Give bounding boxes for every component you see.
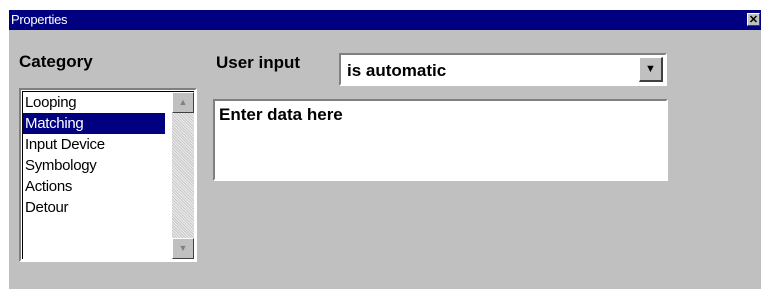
window-title: Properties — [11, 12, 68, 27]
scroll-up-button[interactable]: ▲ — [172, 92, 194, 113]
scroll-down-arrow-icon: ▼ — [178, 243, 188, 253]
vertical-scrollbar[interactable]: ▲ ▼ — [172, 92, 194, 259]
close-icon: ✕ — [748, 14, 759, 26]
close-button[interactable]: ✕ — [747, 13, 760, 26]
listbox-frame: Looping Matching Input Device Symbology Acti… — [22, 91, 194, 259]
title-bar[interactable]: Properties ✕ — [9, 10, 761, 30]
scroll-down-button[interactable]: ▼ — [172, 238, 194, 259]
category-item[interactable]: Actions — [23, 176, 165, 197]
dropdown-arrow-icon: ▼ — [645, 63, 656, 75]
category-item[interactable]: Input Device — [23, 134, 165, 155]
category-item[interactable]: Matching — [23, 113, 165, 134]
category-listbox[interactable]: Looping Matching Input Device Symbology Acti… — [19, 88, 197, 262]
category-item[interactable]: Symbology — [23, 155, 165, 176]
category-item[interactable]: Detour — [23, 197, 165, 218]
user-input-selected-value: is automatic — [347, 61, 447, 80]
data-entry-field[interactable]: Enter data here — [213, 99, 668, 181]
scroll-up-arrow-icon: ▲ — [178, 97, 188, 107]
dropdown-button[interactable]: ▼ — [639, 57, 663, 82]
user-input-dropdown[interactable]: is automatic ▼ — [339, 53, 667, 86]
data-entry-text[interactable]: Enter data here — [219, 105, 343, 125]
category-item[interactable]: Looping — [23, 92, 165, 113]
user-input-label: User input — [216, 53, 301, 72]
category-label: Category — [19, 52, 93, 71]
properties-dialog: Properties ✕ Category Looping Matching Inp… — [9, 10, 761, 289]
category-items: Looping Matching Input Device Symbology Acti… — [23, 92, 165, 218]
